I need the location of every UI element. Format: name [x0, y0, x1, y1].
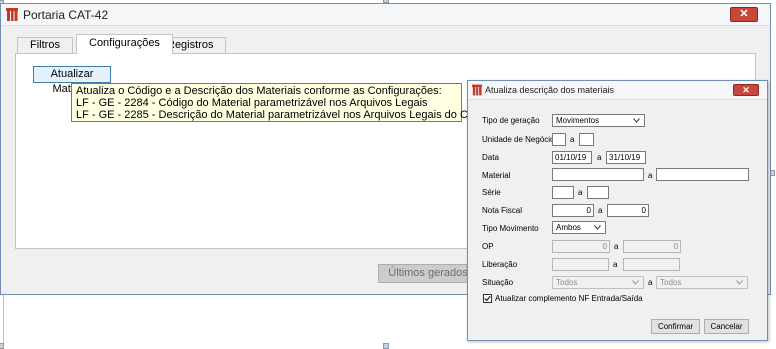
material-label: Material — [482, 171, 511, 180]
tooltip-line: Atualiza o Código e a Descrição dos Mate… — [76, 85, 442, 97]
app-logo-icon — [6, 8, 18, 21]
dialog-close-button[interactable]: ✕ — [733, 84, 759, 96]
nota-fiscal-label: Nota Fiscal — [482, 206, 523, 215]
update-material-button[interactable]: Atualizar Material — [33, 66, 111, 95]
serie-to-input[interactable] — [587, 186, 609, 199]
range-separator: a — [613, 260, 618, 269]
situacao-to-value: Todos — [660, 278, 682, 287]
op-to-input[interactable]: 0 — [623, 240, 681, 253]
range-separator: a — [570, 135, 575, 144]
cancel-button[interactable]: Cancelar — [704, 319, 749, 334]
tooltip-line: LF - GE - 2284 - Código do Material para… — [76, 97, 428, 109]
situacao-from-value: Todos — [556, 278, 578, 287]
material-from-input[interactable] — [552, 168, 644, 181]
tooltip: Atualiza o Código e a Descrição dos Mate… — [71, 83, 500, 122]
unidade-negocio-label: Unidade de Negócio — [482, 135, 555, 144]
tab-filtros[interactable]: Filtros — [17, 37, 73, 53]
op-label: OP — [482, 242, 494, 251]
data-to-input[interactable]: 31/10/19 — [606, 151, 646, 164]
liberacao-from-input[interactable] — [552, 258, 609, 271]
window-title: Portaria CAT-42 — [23, 8, 109, 22]
dialog-title-bar[interactable]: Atualiza descrição dos materiais ✕ — [468, 81, 767, 100]
liberacao-label: Liberação — [482, 260, 518, 269]
range-separator: a — [648, 278, 653, 287]
situacao-from-select[interactable]: Todos — [552, 276, 644, 289]
nota-fiscal-from-input[interactable]: 0 — [552, 204, 594, 217]
dialog-title: Atualiza descrição dos materiais — [485, 85, 615, 95]
chevron-down-icon — [633, 118, 640, 123]
tipo-geracao-label: Tipo de geração — [482, 116, 540, 125]
situacao-label: Situação — [482, 278, 514, 287]
data-from-input[interactable]: 01/10/19 — [552, 151, 592, 164]
update-description-dialog: Atualiza descrição dos materiais ✕ Tipo … — [467, 80, 768, 341]
tipo-geracao-select[interactable]: Movimentos — [552, 114, 645, 127]
complement-checkbox[interactable] — [483, 294, 492, 303]
last-generated-label: Últimos gerados — [388, 267, 468, 279]
designer-handle[interactable] — [383, 343, 389, 349]
last-generated-button[interactable]: Últimos gerados — [378, 264, 478, 283]
unidade-negocio-to-input[interactable] — [579, 133, 594, 146]
app-logo-icon — [472, 84, 482, 96]
unidade-negocio-from-input[interactable] — [552, 133, 566, 146]
checkmark-icon — [484, 295, 491, 302]
close-button[interactable]: ✕ — [730, 7, 758, 22]
liberacao-to-input[interactable] — [623, 258, 680, 271]
designer-handle[interactable] — [0, 343, 4, 349]
data-label: Data — [482, 153, 499, 162]
serie-from-input[interactable] — [552, 186, 574, 199]
tab-configuracoes[interactable]: Configurações — [76, 34, 173, 54]
serie-label: Série — [482, 188, 501, 197]
range-separator: a — [598, 206, 603, 215]
range-separator: a — [614, 242, 619, 251]
chevron-down-icon — [594, 225, 601, 230]
confirm-button[interactable]: Confirmar — [651, 319, 700, 334]
range-separator: a — [648, 171, 653, 180]
tooltip-line: LF - GE - 2285 - Descrição do Material p… — [76, 109, 500, 121]
chevron-down-icon — [736, 280, 743, 285]
tipo-geracao-value: Movimentos — [556, 116, 600, 125]
tipo-movimento-select[interactable]: Ambos — [552, 221, 606, 234]
range-separator: a — [597, 153, 602, 162]
tipo-movimento-value: Ambos — [556, 223, 581, 232]
chevron-down-icon — [632, 280, 639, 285]
complement-checkbox-label[interactable]: Atualizar complemento NF Entrada/Saída — [495, 294, 643, 303]
material-to-input[interactable] — [656, 168, 749, 181]
title-bar[interactable]: Portaria CAT-42 ✕ — [1, 4, 770, 26]
op-from-input[interactable]: 0 — [552, 240, 610, 253]
tipo-movimento-label: Tipo Movimento — [482, 224, 539, 233]
range-separator: a — [578, 188, 583, 197]
nota-fiscal-to-input[interactable]: 0 — [607, 204, 649, 217]
situacao-to-select[interactable]: Todos — [656, 276, 748, 289]
